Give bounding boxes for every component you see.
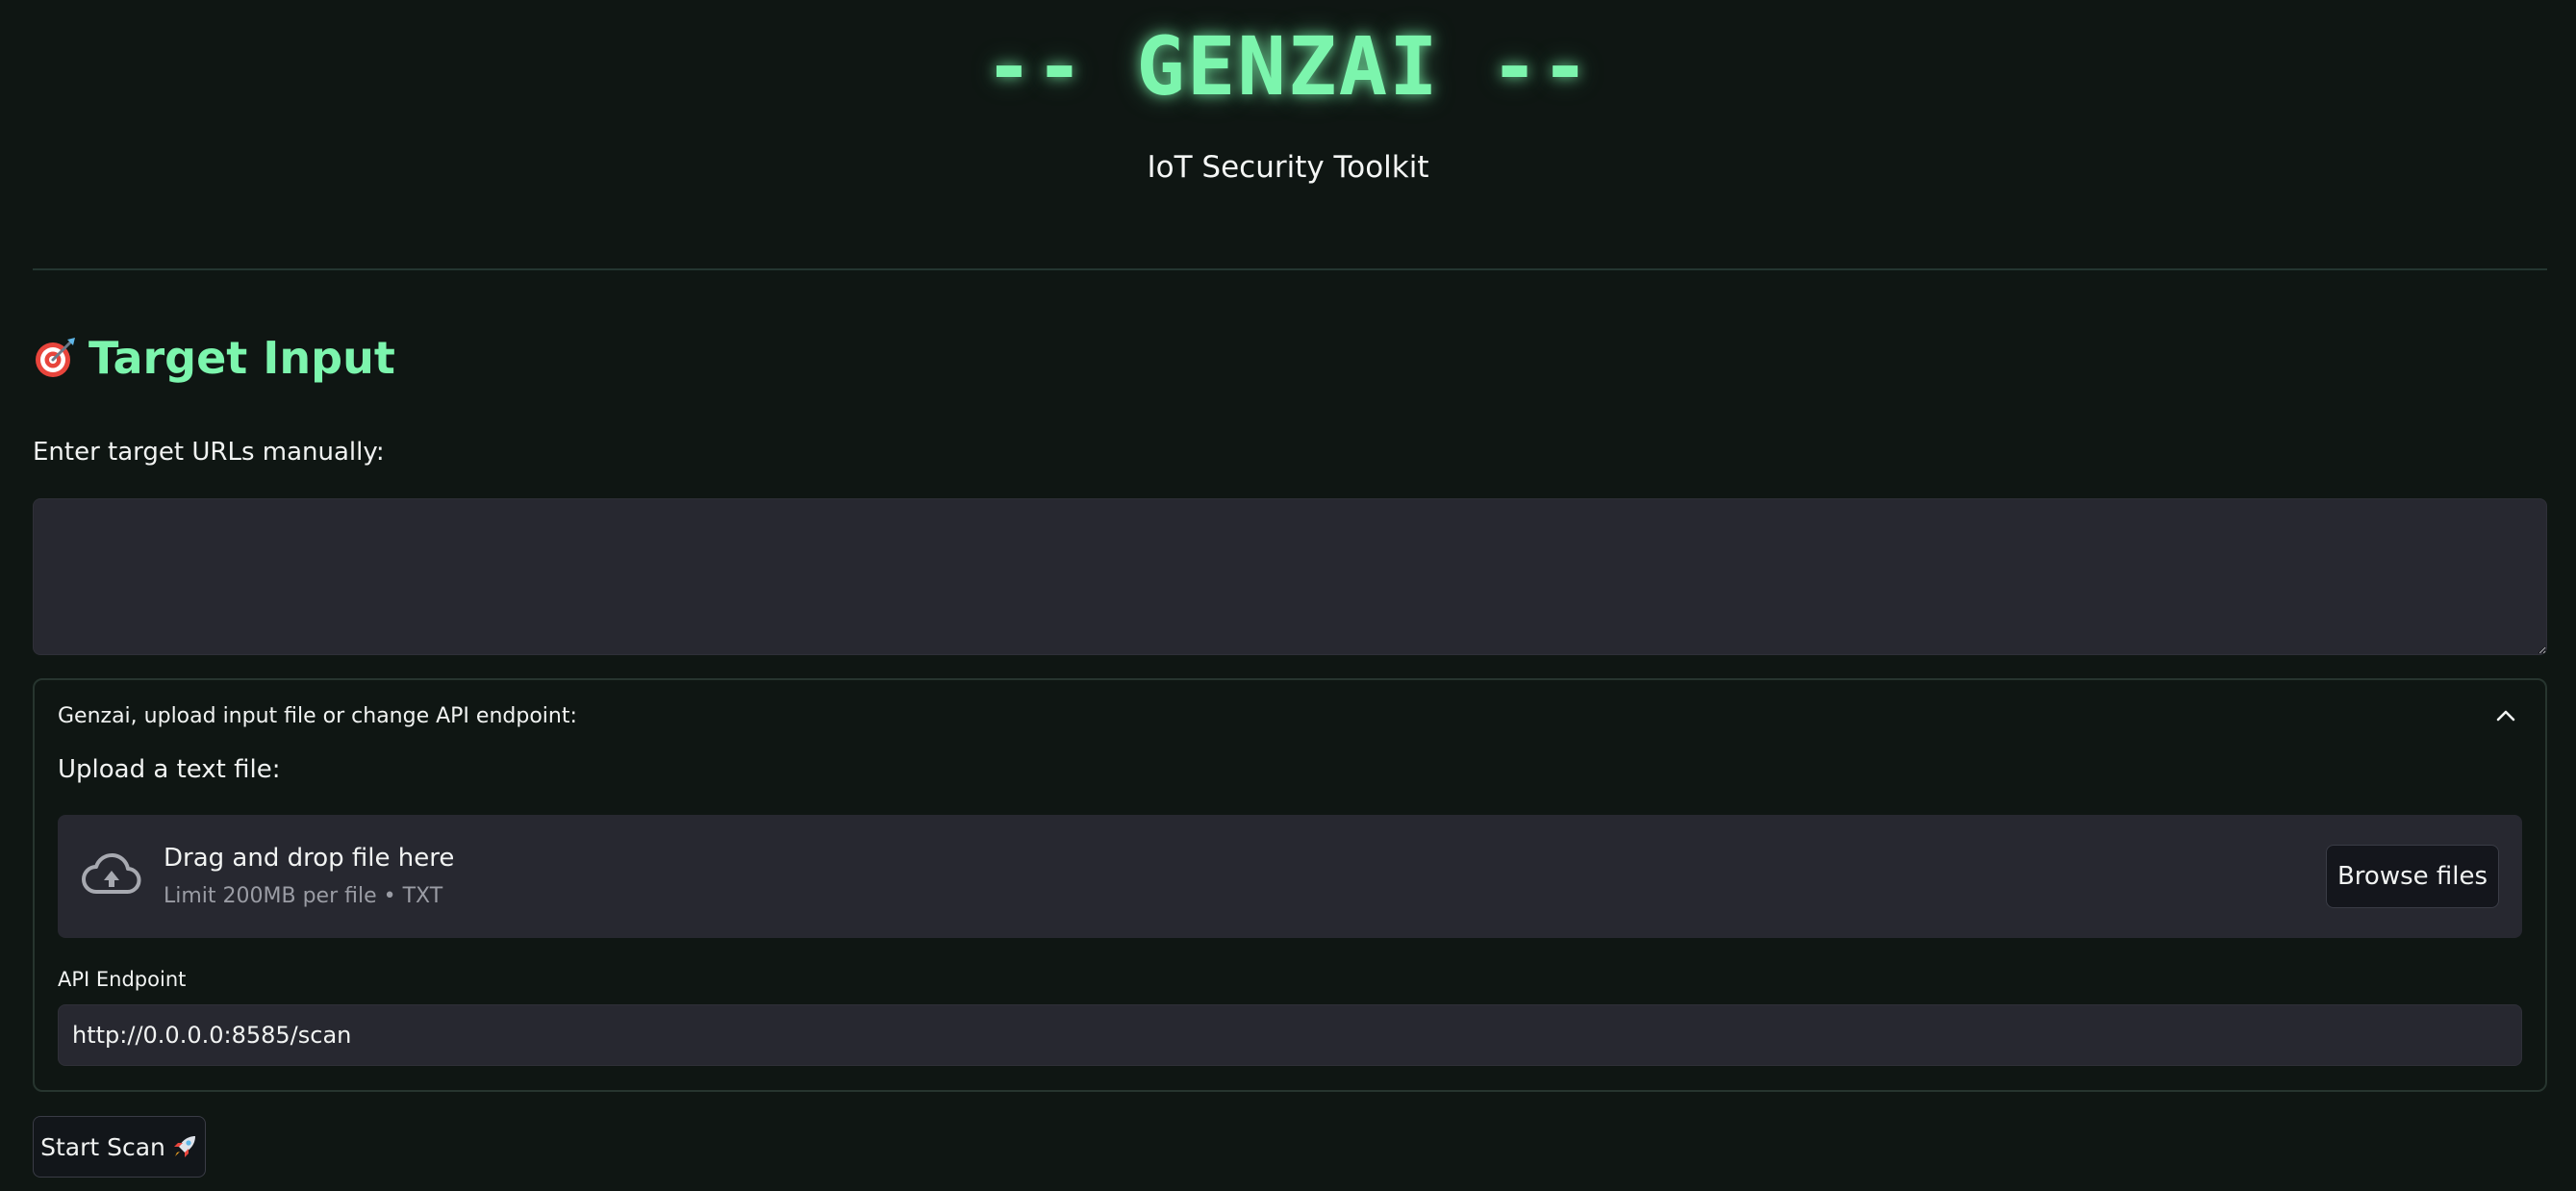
expander-header[interactable]: Genzai, upload input file or change API … [35, 680, 2545, 751]
start-scan-label: Start Scan [40, 1132, 165, 1161]
api-endpoint-label: API Endpoint [58, 968, 187, 991]
start-scan-button[interactable]: Start Scan [33, 1116, 206, 1178]
app-title: -- GENZAI -- [984, 19, 1592, 114]
target-urls-textarea[interactable] [33, 498, 2547, 655]
rocket-icon [171, 1133, 198, 1160]
header-divider [33, 268, 2547, 270]
section-title: Target Input [88, 332, 395, 384]
manual-urls-label: Enter target URLs manually: [33, 438, 385, 467]
target-input-heading: Target Input [33, 327, 395, 389]
api-endpoint-input[interactable] [58, 1004, 2522, 1066]
expander-title: Genzai, upload input file or change API … [58, 703, 577, 728]
file-dropzone[interactable]: Drag and drop file here Limit 200MB per … [58, 815, 2522, 938]
app-subtitle: IoT Security Toolkit [1147, 150, 1429, 185]
browse-files-button[interactable]: Browse files [2326, 845, 2499, 908]
cloud-upload-icon [81, 849, 142, 903]
chevron-up-icon[interactable] [2491, 701, 2520, 730]
dart-target-icon [33, 336, 77, 380]
upload-file-label: Upload a text file: [58, 755, 281, 784]
dropzone-limit: Limit 200MB per file • TXT [164, 884, 443, 908]
dropzone-title: Drag and drop file here [164, 844, 455, 873]
app-page: -- GENZAI -- IoT Security Toolkit Target… [0, 0, 2576, 1191]
